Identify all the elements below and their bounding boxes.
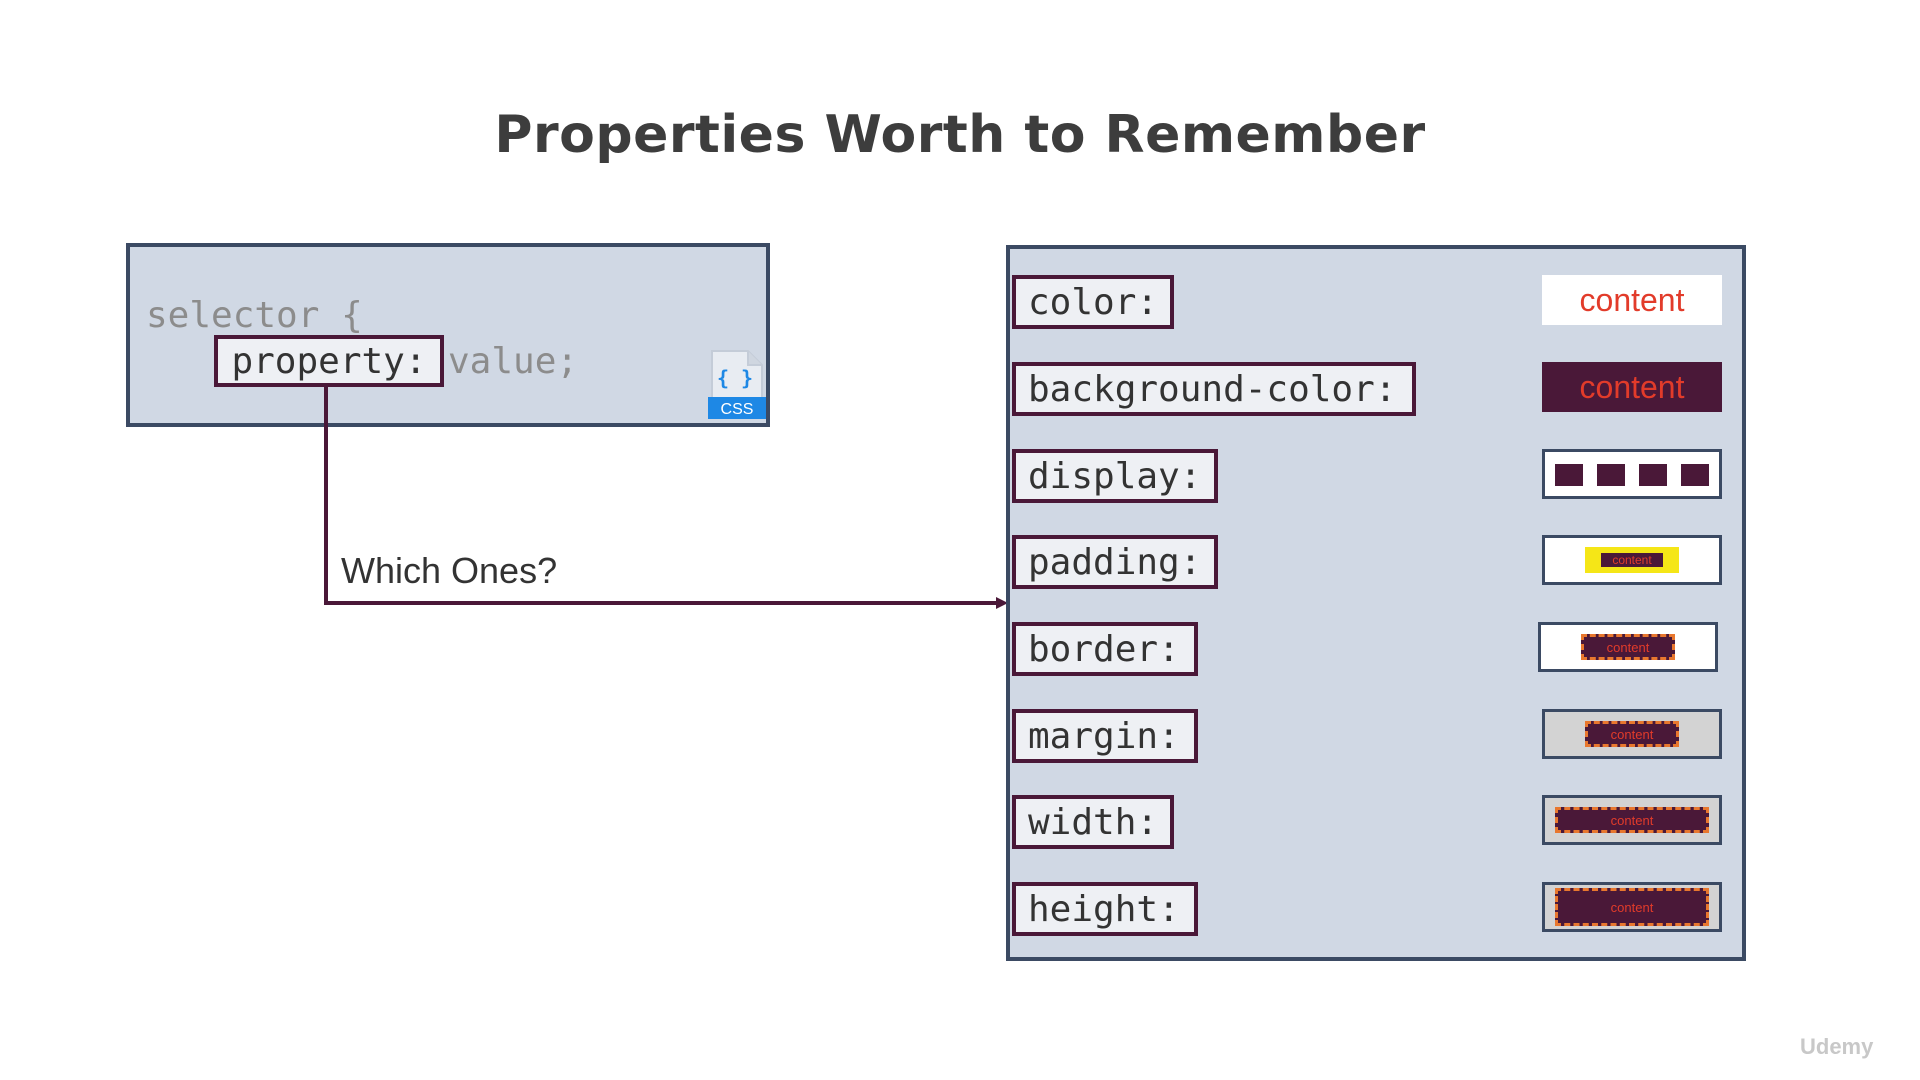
display-block-1 [1555, 464, 1583, 486]
width-content: content [1555, 807, 1709, 833]
prop-display: display: [1012, 449, 1218, 503]
demo-padding: content [1542, 535, 1722, 585]
prop-color: color: [1012, 275, 1174, 329]
display-block-2 [1597, 464, 1625, 486]
udemy-watermark: Udemy [1800, 1034, 1874, 1059]
demo-display [1542, 449, 1722, 499]
prop-height: height: [1012, 882, 1198, 936]
properties-panel: color: content background-color: content… [1006, 245, 1746, 961]
height-content: content [1555, 888, 1709, 926]
padding-area: content [1585, 547, 1679, 573]
prop-padding: padding: [1012, 535, 1218, 589]
prop-background-color: background-color: [1012, 362, 1416, 416]
demo-background-color: content [1542, 362, 1722, 412]
connector-label: Which Ones? [341, 550, 558, 591]
demo-margin: content [1542, 709, 1722, 759]
prop-margin: margin: [1012, 709, 1198, 763]
margin-content: content [1585, 721, 1679, 747]
demo-color: content [1542, 275, 1722, 325]
demo-width: content [1542, 795, 1722, 845]
prop-border: border: [1012, 622, 1198, 676]
display-block-4 [1681, 464, 1709, 486]
demo-border: content [1538, 622, 1718, 672]
padding-content: content [1601, 553, 1663, 567]
prop-width: width: [1012, 795, 1174, 849]
demo-height: content [1542, 882, 1722, 932]
border-content: content [1581, 634, 1675, 660]
display-block-3 [1639, 464, 1667, 486]
